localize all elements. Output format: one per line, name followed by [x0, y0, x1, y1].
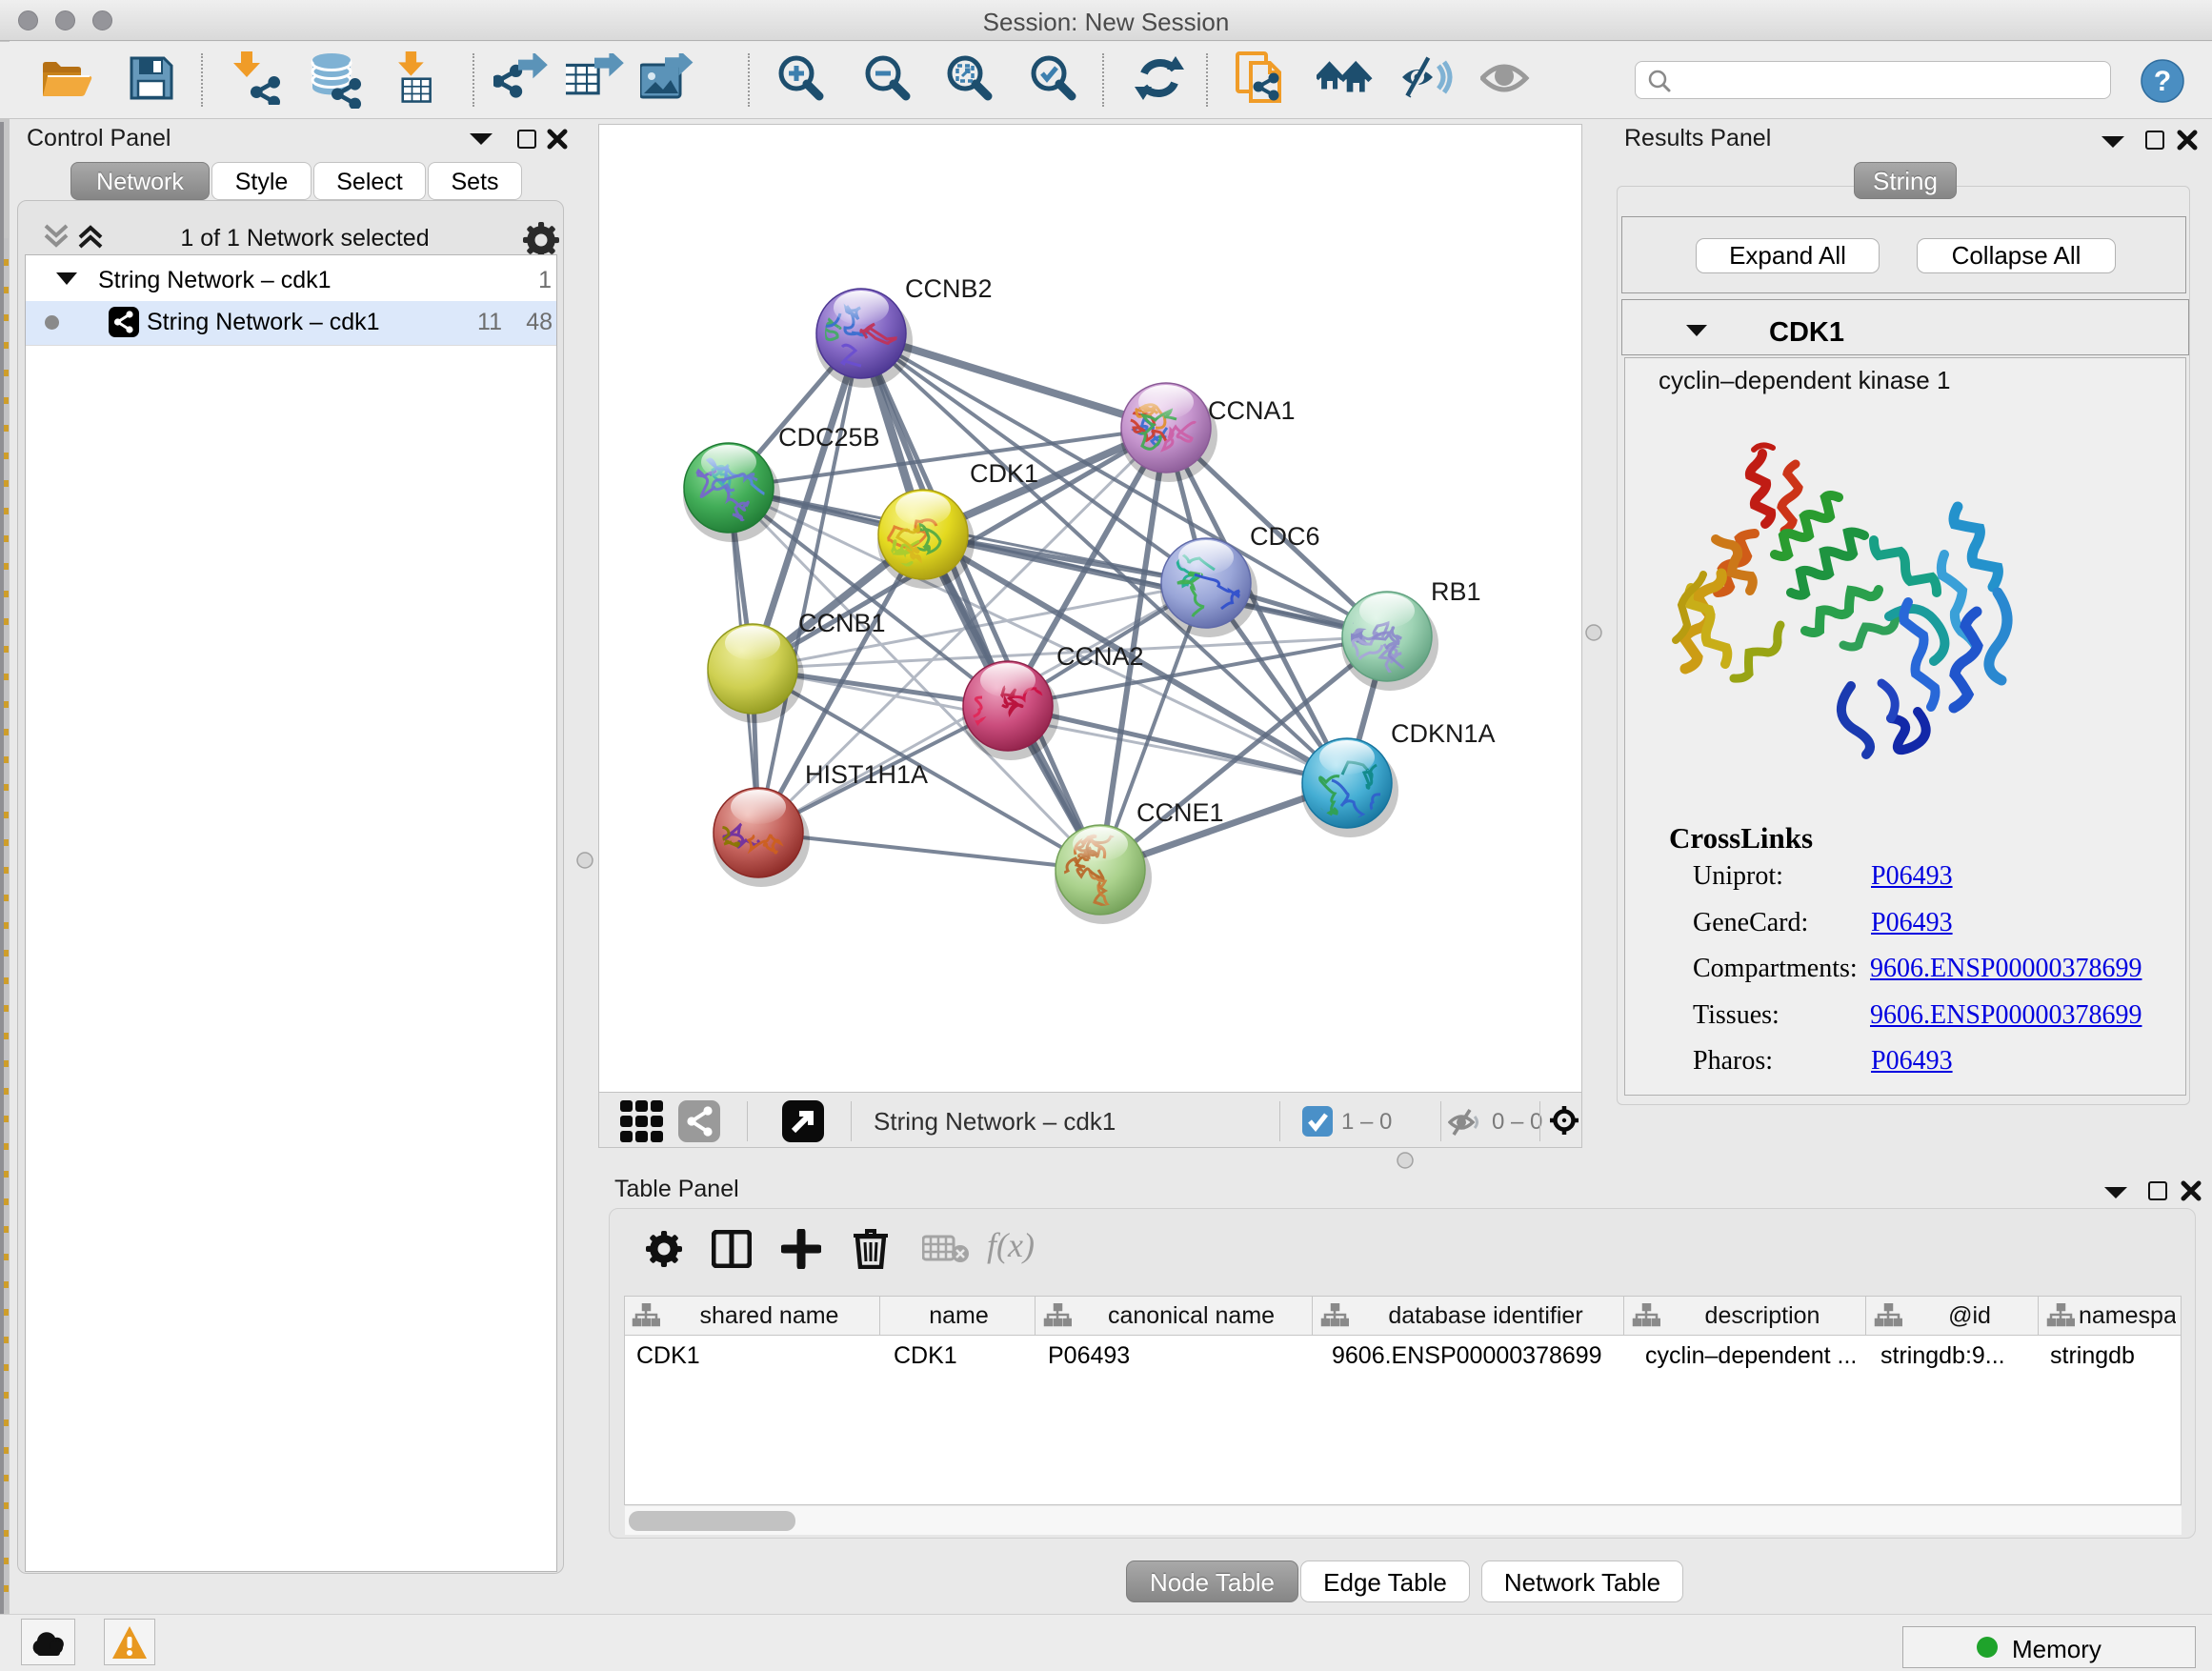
svg-text:CDK1: CDK1	[970, 459, 1038, 488]
svg-text:?: ?	[2154, 66, 2171, 97]
svg-text:CDKN1A: CDKN1A	[1391, 719, 1496, 748]
svg-text:CCNB1: CCNB1	[798, 609, 886, 637]
svg-text:CCNA2: CCNA2	[1056, 642, 1144, 671]
svg-text:CCNE1: CCNE1	[1136, 798, 1224, 827]
svg-text:RB1: RB1	[1431, 577, 1481, 606]
svg-text:CCNA1: CCNA1	[1208, 396, 1296, 425]
svg-text:HIST1H1A: HIST1H1A	[805, 760, 928, 789]
svg-text:CDC6: CDC6	[1250, 522, 1320, 551]
svg-text:CDC25B: CDC25B	[778, 423, 880, 452]
svg-text:CCNB2: CCNB2	[905, 274, 993, 303]
